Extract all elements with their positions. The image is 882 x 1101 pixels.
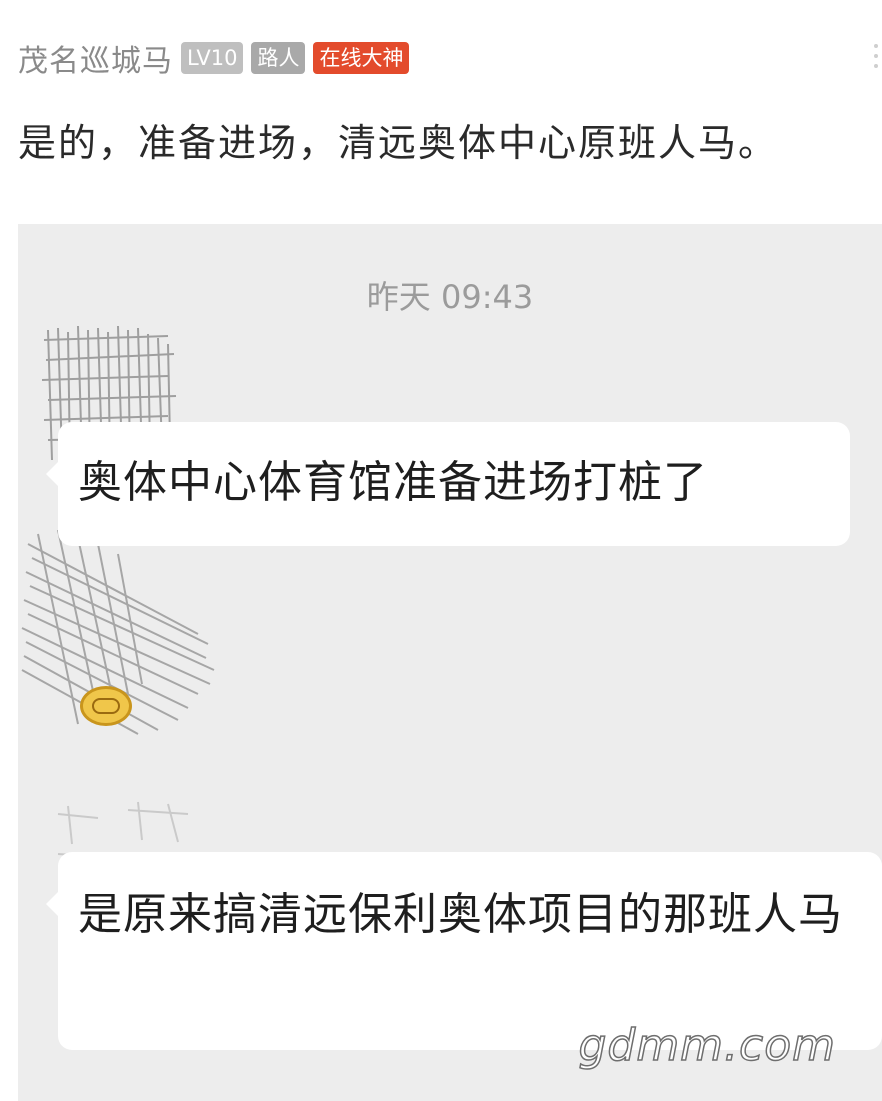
username[interactable]: 茂名巡城马 [18,36,173,80]
grimace-emoji-icon [80,686,132,726]
chat-message-bubble[interactable]: 奥体中心体育馆准备进场打桩了 [46,422,850,546]
role-badge: 路人 [251,42,306,74]
watermark: gdmm.com [578,1019,836,1072]
post-content: 是的，准备进场，清远奥体中心原班人马。 [18,121,779,165]
post-header: 茂名巡城马 LV10 路人 在线大神 [18,36,410,80]
chat-message-text: 是原来搞清远保利奥体项目的那班人马 [78,889,843,940]
more-options-icon[interactable] [874,44,880,74]
chat-screenshot: 昨天 09:43 奥体中心体育馆准备进场打桩了 是原来搞清远保利奥体项目的那班人… [18,224,882,1101]
chat-timestamp: 昨天 09:43 [366,278,534,316]
level-badge: LV10 [181,42,244,74]
title-badge: 在线大神 [313,42,410,74]
chat-message-text: 奥体中心体育馆准备进场打桩了 [78,457,708,508]
